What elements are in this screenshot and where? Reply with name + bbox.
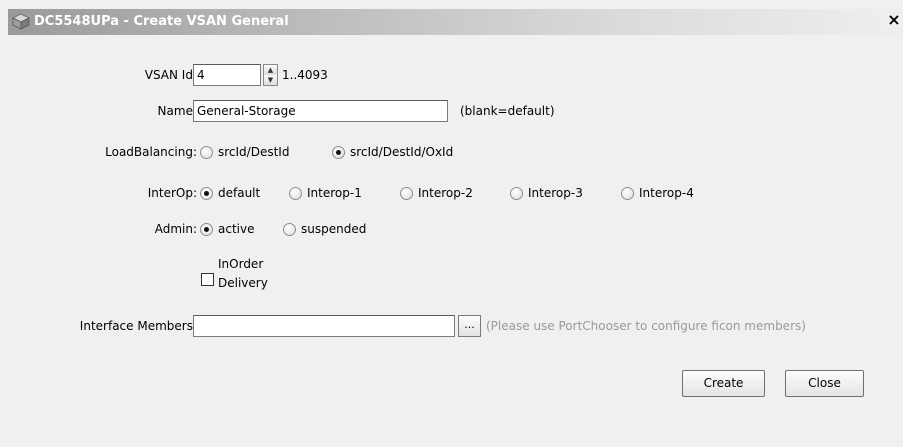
interop-option-label: Interop-3 (528, 186, 583, 200)
admin-radio-active[interactable] (200, 223, 213, 236)
admin-option-label: suspended (301, 222, 367, 236)
name-field[interactable] (193, 100, 448, 122)
interop-option-label: Interop-4 (639, 186, 694, 200)
interop-label: InterOp: (147, 186, 197, 200)
interface-members-field[interactable] (193, 315, 455, 337)
interop-radio-interop-4[interactable] (621, 187, 634, 200)
name-label: Name: (157, 104, 197, 118)
vsan-id-spinner[interactable]: ▲ ▼ (263, 64, 278, 86)
interop-radio-interop-1[interactable] (289, 187, 302, 200)
inorder-delivery-label-line1: InOrder (218, 257, 264, 271)
window-title: DC5548UPa - Create VSAN General (34, 14, 289, 29)
interface-members-label: Interface Members: (79, 319, 197, 333)
name-hint: (blank=default) (460, 104, 555, 118)
close-button[interactable]: Close (785, 370, 864, 397)
admin-option-label: active (218, 222, 255, 236)
admin-radio-suspended[interactable] (283, 223, 296, 236)
inorder-delivery-checkbox[interactable] (201, 273, 214, 286)
interop-option-label: default (218, 186, 261, 200)
vsan-id-label: VSAN Id: (144, 68, 197, 82)
close-icon[interactable]: × (887, 12, 901, 28)
admin-label: Admin: (154, 222, 197, 236)
interop-option-label: Interop-2 (418, 186, 473, 200)
load-balancing-radio-srcid-destid[interactable] (200, 146, 213, 159)
interop-radio-interop-2[interactable] (400, 187, 413, 200)
load-balancing-label: LoadBalancing: (105, 145, 197, 159)
inorder-delivery-label-line2: Delivery (218, 276, 268, 290)
port-chooser-button[interactable]: ... (458, 315, 481, 337)
vsan-id-field[interactable] (193, 64, 261, 86)
interop-radio-interop-3[interactable] (510, 187, 523, 200)
form-panel: VSAN Id: ▲ ▼ 1..4093 Name: (blank=defaul… (8, 35, 903, 447)
create-button[interactable]: Create (682, 370, 765, 397)
interop-radio-default[interactable] (200, 187, 213, 200)
spin-up-icon[interactable]: ▲ (264, 65, 277, 75)
load-balancing-radio-srcid-destid-oxid[interactable] (332, 146, 345, 159)
spin-down-icon[interactable]: ▼ (264, 75, 277, 85)
interface-members-hint: (Please use PortChooser to configure fic… (486, 319, 806, 333)
vsan-id-range: 1..4093 (282, 68, 328, 82)
load-balancing-option-label: srcId/DestId/OxId (350, 145, 454, 159)
device-icon (12, 13, 30, 30)
title-bar[interactable]: DC5548UPa - Create VSAN General × (8, 9, 903, 35)
interop-option-label: Interop-1 (307, 186, 362, 200)
load-balancing-option-label: srcId/DestId (218, 145, 290, 159)
create-vsan-dialog: DC5548UPa - Create VSAN General × VSAN I… (0, 0, 903, 447)
